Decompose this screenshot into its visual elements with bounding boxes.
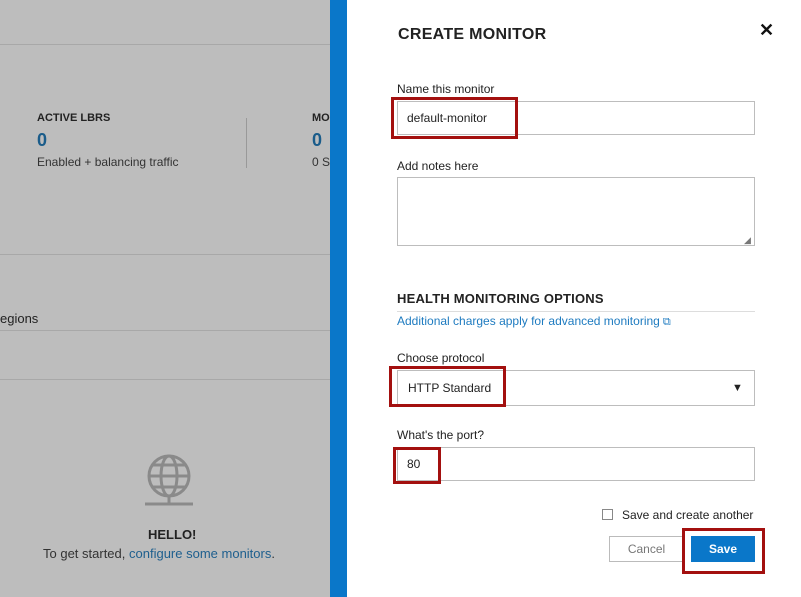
protocol-select[interactable]: HTTP Standard ▼ <box>397 370 755 406</box>
divider <box>397 311 755 312</box>
resize-grip-icon[interactable]: ◢ <box>744 235 751 246</box>
divider <box>0 330 330 331</box>
monitor-name-input[interactable] <box>397 101 755 135</box>
save-another-checkbox[interactable] <box>602 509 613 520</box>
configure-monitors-link[interactable]: configure some monitors <box>129 546 271 561</box>
divider <box>0 379 330 380</box>
divider <box>246 118 247 168</box>
create-monitor-panel: CREATE MONITOR ✕ Name this monitor Add n… <box>347 0 801 597</box>
modal-title: CREATE MONITOR <box>398 26 547 43</box>
protocol-selected-value: HTTP Standard <box>408 381 492 395</box>
stat-label-monitors: MO <box>312 112 330 124</box>
charges-link[interactable]: Additional charges apply for advanced mo… <box>397 314 671 329</box>
stat-sub-active-lbrs: Enabled + balancing traffic <box>37 155 179 169</box>
name-label: Name this monitor <box>397 82 495 96</box>
close-icon[interactable]: ✕ <box>759 20 774 41</box>
empty-state-heading: HELLO! <box>148 527 197 542</box>
cancel-button[interactable]: Cancel <box>609 536 684 562</box>
caret-down-icon: ▼ <box>732 382 743 394</box>
stat-label-active-lbrs: ACTIVE LBRS <box>37 112 111 124</box>
save-button[interactable]: Save <box>691 536 755 562</box>
section-title: HEALTH MONITORING OPTIONS <box>397 291 604 306</box>
divider <box>0 254 330 255</box>
protocol-label: Choose protocol <box>397 351 485 365</box>
modal-accent-bar <box>330 0 347 597</box>
save-another-label[interactable]: Save and create another <box>622 508 753 522</box>
port-input[interactable] <box>397 447 755 481</box>
globe-icon <box>145 454 193 506</box>
notes-label: Add notes here <box>397 159 479 173</box>
empty-state-text: To get started, configure some monitors. <box>43 546 275 561</box>
regions-tab[interactable]: egions <box>0 311 38 326</box>
stat-sub-monitors: 0 S <box>312 155 331 169</box>
divider <box>0 44 330 45</box>
stat-value-active-lbrs: 0 <box>37 130 48 150</box>
stat-value-monitors: 0 <box>312 130 323 150</box>
notes-textarea[interactable] <box>397 177 755 246</box>
port-label: What's the port? <box>397 428 484 442</box>
external-link-icon: ⧉ <box>662 316 671 328</box>
